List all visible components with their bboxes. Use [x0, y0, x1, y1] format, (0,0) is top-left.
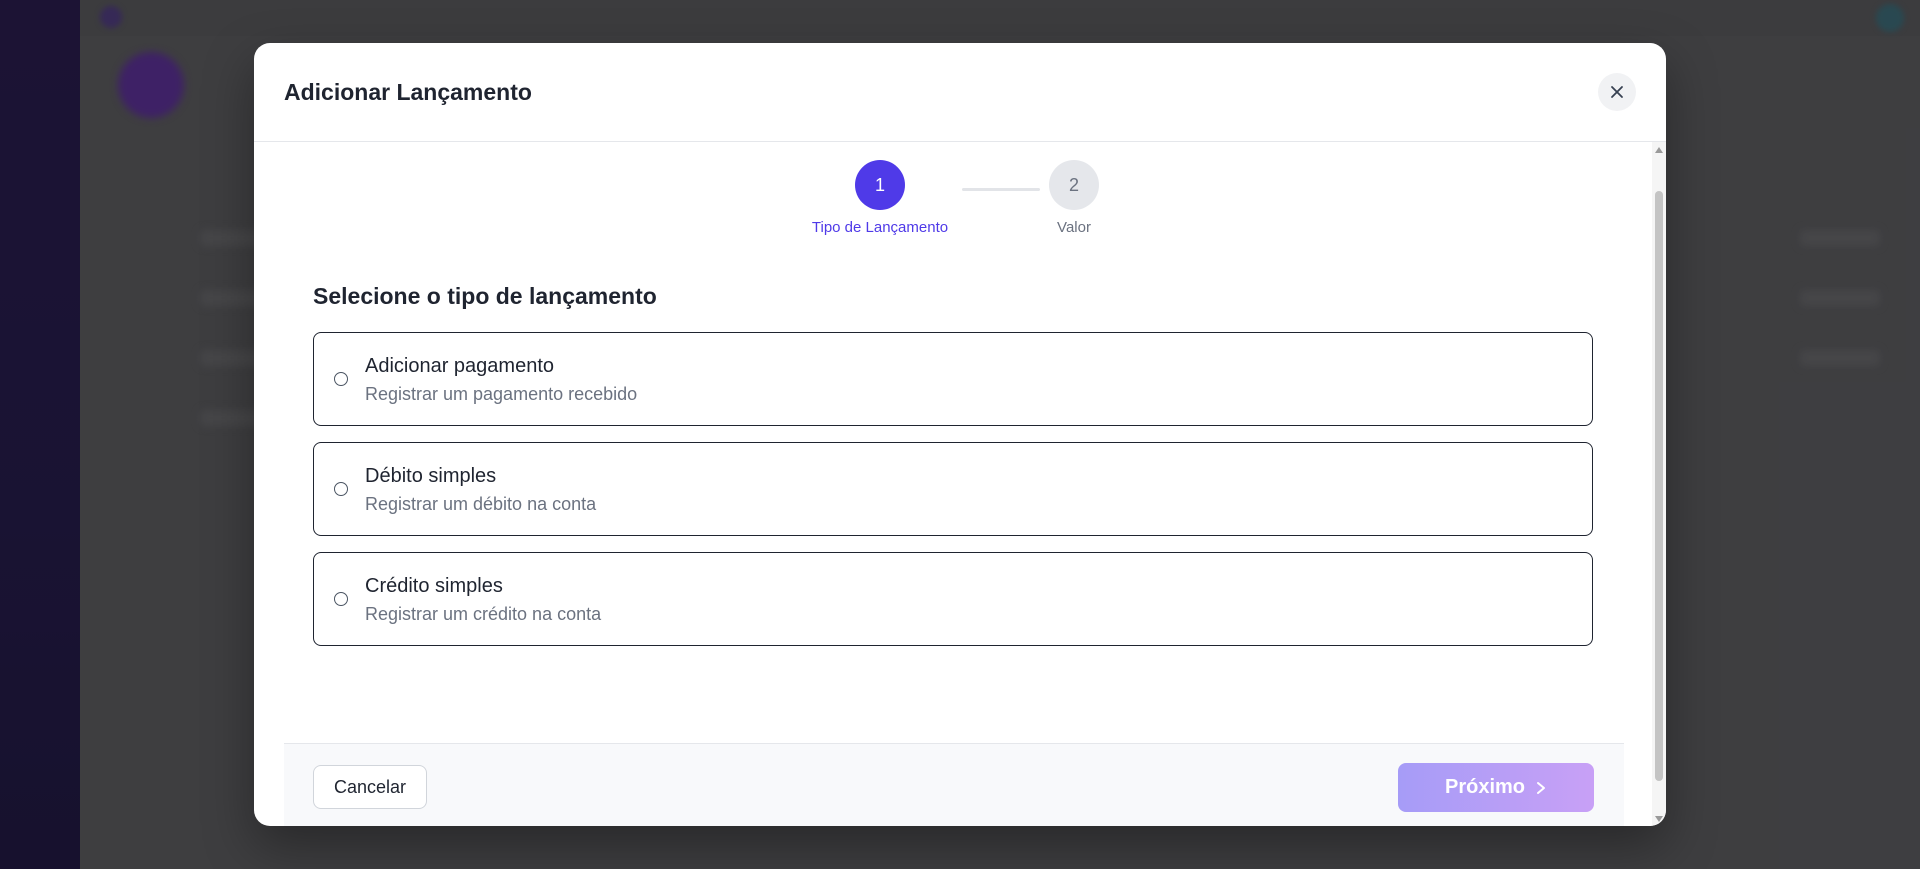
next-button-label: Próximo [1444, 776, 1526, 798]
option-description: Registrar um pagamento recebido [365, 384, 638, 404]
radio-button[interactable] [334, 482, 348, 496]
option-description: Registrar um crédito na conta [365, 604, 602, 624]
step-2-indicator: 2 [1049, 160, 1099, 210]
modal-footer: Cancelar Próximo [284, 743, 1624, 826]
option-description: Registrar um débito na conta [365, 494, 597, 514]
option-title: Crédito simples [365, 575, 503, 597]
cancel-button[interactable]: Cancelar [313, 765, 427, 809]
scroll-down-icon[interactable] [1655, 816, 1663, 822]
scrollbar-thumb[interactable] [1655, 191, 1663, 781]
radio-button[interactable] [334, 592, 348, 606]
scroll-up-icon[interactable] [1655, 147, 1663, 153]
step-1-label: Tipo de Lançamento [811, 219, 949, 236]
modal-header: Adicionar Lançamento [254, 43, 1666, 142]
section-title: Selecione o tipo de lançamento [313, 283, 657, 309]
close-icon [1611, 86, 1623, 98]
option-add-payment[interactable]: Adicionar pagamento Registrar um pagamen… [313, 332, 1593, 426]
option-simple-credit[interactable]: Crédito simples Registrar um crédito na … [313, 552, 1593, 646]
option-title: Débito simples [365, 465, 497, 487]
modal-title: Adicionar Lançamento [284, 79, 532, 105]
option-simple-debit[interactable]: Débito simples Registrar um débito na co… [313, 442, 1593, 536]
step-2-label: Valor [1057, 219, 1091, 236]
option-title: Adicionar pagamento [365, 355, 555, 377]
next-button[interactable]: Próximo [1398, 763, 1594, 812]
chevron-right-icon [1537, 781, 1546, 794]
step-1-indicator: 1 [855, 160, 905, 210]
add-entry-modal: Adicionar Lançamento 1 2 Tipo de Lançame… [254, 43, 1666, 826]
step-connector [962, 188, 1040, 191]
radio-button[interactable] [334, 372, 348, 386]
close-button[interactable] [1598, 73, 1636, 111]
